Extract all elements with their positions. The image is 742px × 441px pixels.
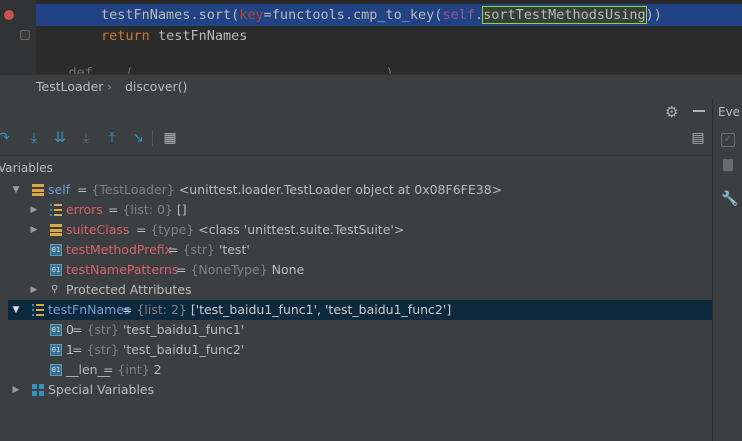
variable-row-protected-attributes[interactable]: ▶ ⚲ Protected Attributes [8,280,712,300]
variable-name: errors [66,202,103,217]
variable-row-suiteclass[interactable]: ▶ suiteClass = {type} <class 'unittest.s… [8,220,712,240]
expand-arrow-icon[interactable]: ▼ [10,300,22,320]
grid-icon [32,384,44,396]
breadcrumb: TestLoader › discover() [0,74,742,100]
primitive-icon: 01 [50,344,62,356]
object-icon [50,224,62,236]
variable-name: suiteClass [66,222,130,237]
variable-value: <unittest.loader.TestLoader object at 0x… [178,182,503,197]
variables-title: Variables [0,161,53,175]
group-name: Special Variables [48,382,155,397]
breadcrumb-separator: › [107,79,112,94]
list-icon [50,204,62,216]
key-icon: ⚲ [51,284,59,295]
run-to-cursor-icon[interactable]: ↘ [128,128,148,148]
variable-row-testnamepatterns[interactable]: 01 testNamePatterns = {NoneType} None [8,260,712,280]
variable-row-self[interactable]: ▼ self = {TestLoader} <unittest.loader.T… [8,180,712,200]
variable-name: self [48,182,71,197]
group-name: Protected Attributes [66,282,192,297]
primitive-icon: 01 [50,244,62,256]
force-step-into-icon[interactable]: ⤓ [76,128,96,148]
tab-events[interactable]: Eve [712,99,742,125]
variable-name: testFnNames [48,302,131,317]
variable-row-testfnnames[interactable]: ▼ testFnNames = {list: 2} ['test_baidu1_… [8,300,712,320]
primitive-icon: 01 [50,364,62,376]
variables-side-strip [0,180,8,440]
variables-header: Variables [0,155,712,180]
variable-row-errors[interactable]: ▶ errors = {list: 0} [] [8,200,712,220]
trash-icon[interactable] [723,159,733,171]
breakpoint-icon[interactable] [4,10,14,20]
toolbar-divider [152,130,153,146]
step-into-icon[interactable]: ⤓ [24,128,44,148]
variable-type: {TestLoader} [91,182,175,197]
gear-icon[interactable]: ⚙ [665,103,678,121]
wrench-icon[interactable]: 🔧 [721,191,738,207]
step-into-my-code-icon[interactable]: ⇊ [50,128,70,148]
evaluate-expression-icon[interactable]: ▦ [160,128,180,148]
editor-gutter [0,0,36,74]
debug-toolbar: ↷ ⤓ ⇊ ⤓ ⤒ ↘ ▦ ▤ [0,128,712,150]
variable-row-testmethodprefix[interactable]: 01 testMethodPrefix = {str} 'test' [8,240,712,260]
variable-row-item-1[interactable]: 01 1 = {str} 'test_baidu1_func2' [8,340,712,360]
fold-marker-icon[interactable] [20,30,30,40]
step-out-icon[interactable]: ⤒ [102,128,122,148]
primitive-icon: 01 [50,324,62,336]
code-editor[interactable]: testFnNames.sort(key=functools.cmp_to_ke… [0,0,742,74]
minimize-icon[interactable] [693,110,705,112]
variable-row-item-0[interactable]: 01 0 = {str} 'test_baidu1_func1' [8,320,712,340]
expand-arrow-icon[interactable]: ▼ [10,180,22,200]
variable-name: testMethodPrefix [66,242,173,257]
primitive-icon: 01 [50,264,62,276]
breadcrumb-method[interactable]: discover() [125,75,187,99]
code-line-current[interactable]: testFnNames.sort(key=functools.cmp_to_ke… [36,4,742,26]
events-side-panel: ✓ 🔧 [712,99,742,441]
code-line-return[interactable]: return testFnNames [36,25,742,47]
breadcrumb-class[interactable]: TestLoader [36,75,103,99]
step-over-icon[interactable]: ↷ [0,128,14,148]
expand-arrow-icon[interactable]: ▶ [10,380,22,400]
code-line-partial: def ___(... ... ... ... ... ... ... ...) [36,65,394,74]
expand-arrow-icon[interactable]: ▶ [28,280,40,300]
checkbox-icon[interactable]: ✓ [721,133,735,147]
expand-arrow-icon[interactable]: ▶ [28,220,40,240]
variable-row-special-variables[interactable]: ▶ Special Variables [8,380,712,400]
list-icon [32,304,44,316]
variable-name: testNamePatterns [66,262,179,277]
variable-row-len[interactable]: 01 __len__ = {int} 2 [8,360,712,380]
object-icon [32,184,44,196]
layout-options-icon[interactable]: ▤ [688,128,708,148]
expand-arrow-icon[interactable]: ▶ [28,200,40,220]
